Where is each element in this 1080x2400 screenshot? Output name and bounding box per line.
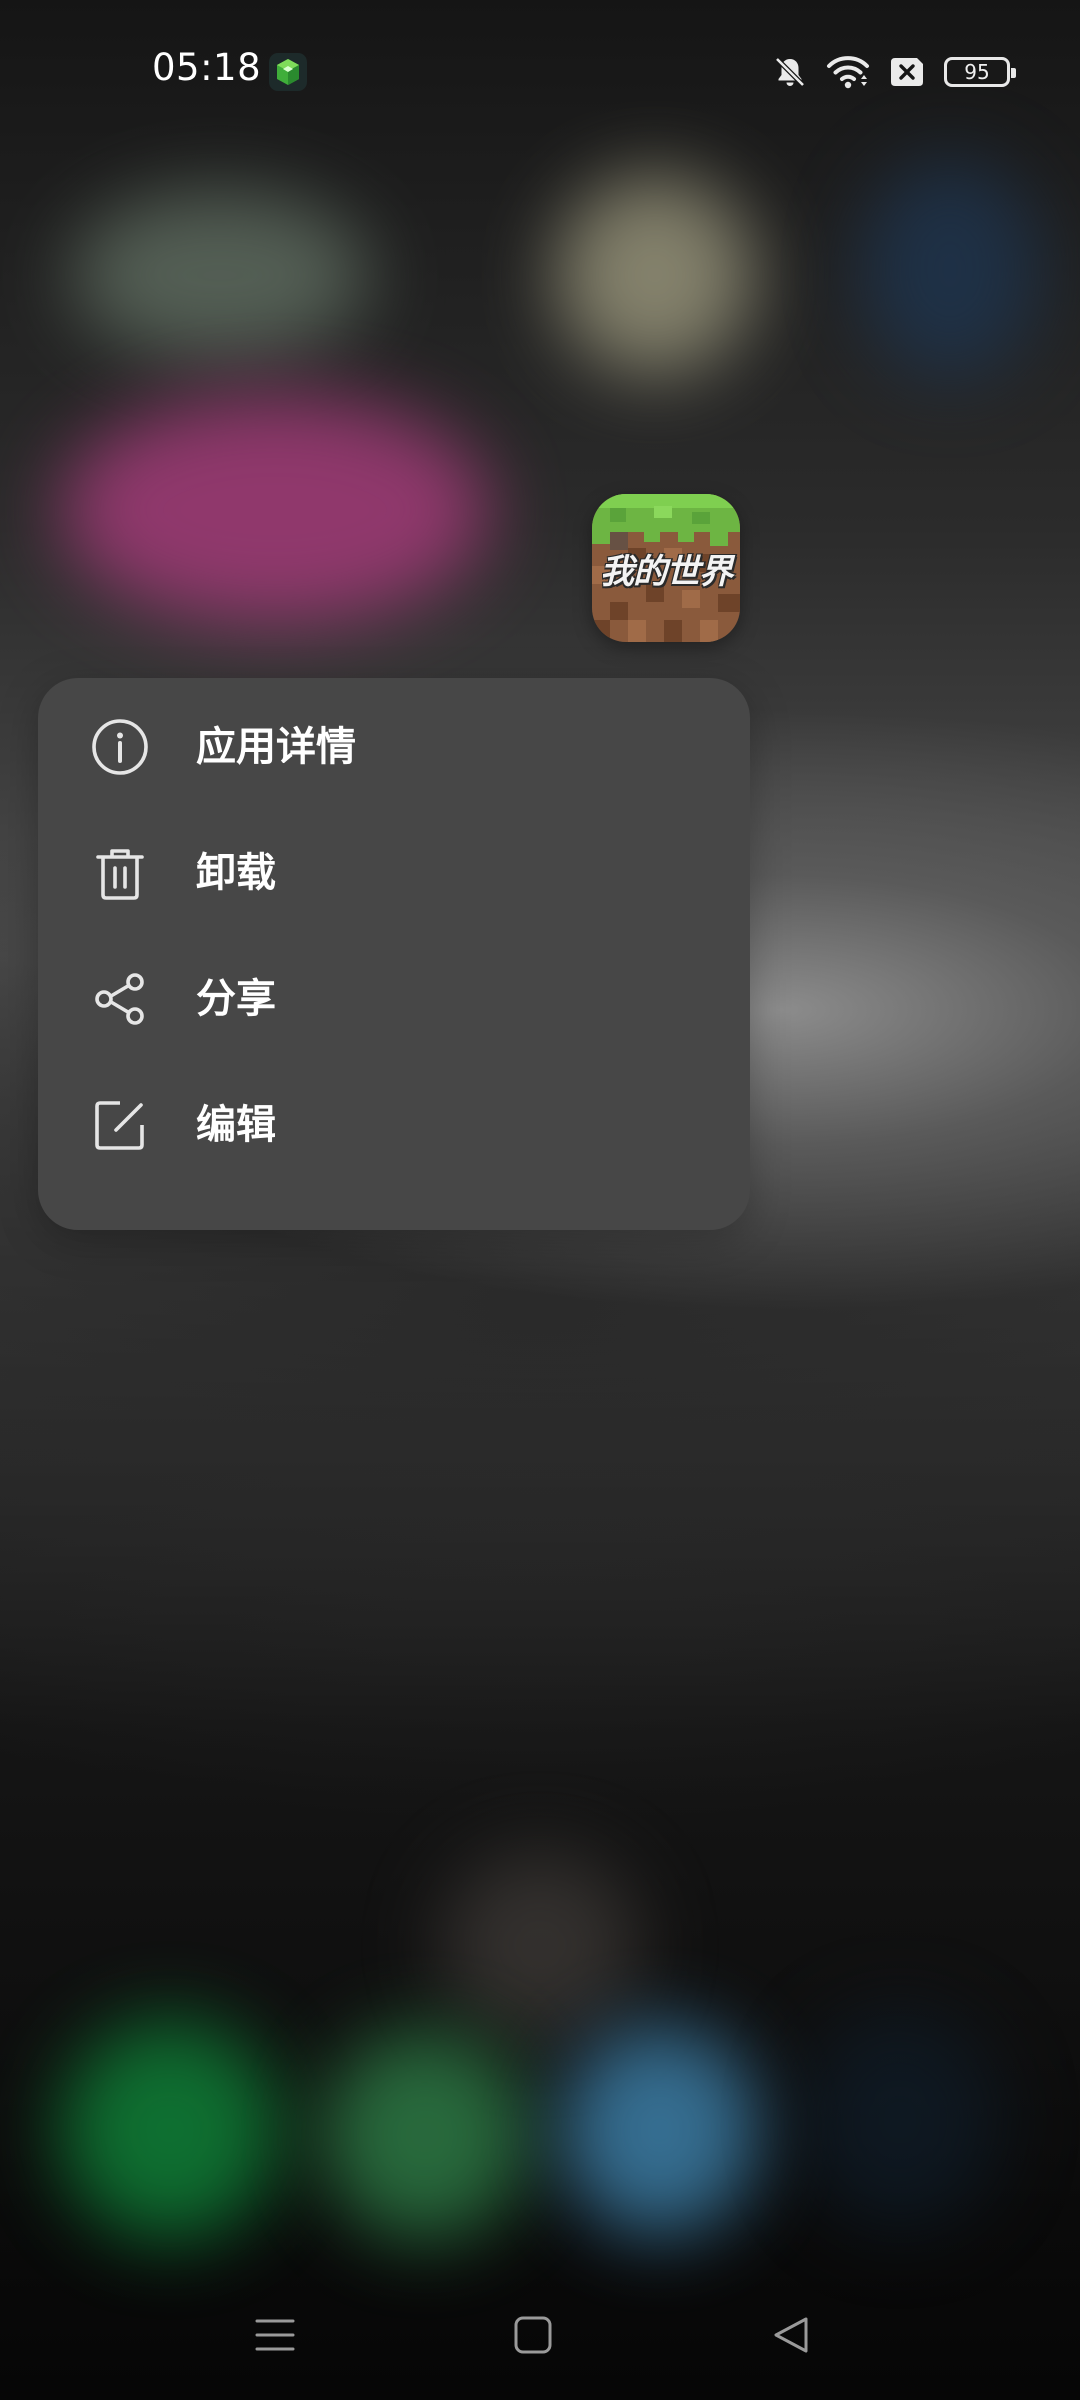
- green-cube-app-icon: [268, 52, 308, 92]
- mute-bell-icon: [772, 54, 808, 90]
- blurred-app-icon: [860, 160, 1040, 380]
- blurred-app-icon: [555, 175, 755, 375]
- app-context-menu: 应用详情 卸载 分享 编辑: [38, 678, 750, 1230]
- back-icon: [774, 2317, 808, 2353]
- back-button[interactable]: [741, 2270, 841, 2400]
- menu-item-label: 分享: [196, 976, 276, 1022]
- info-icon: [90, 717, 150, 777]
- app-icon-title: 我的世界: [600, 552, 733, 592]
- menu-item-app-info[interactable]: 应用详情: [38, 684, 750, 810]
- home-icon: [514, 2316, 552, 2354]
- blurred-app-icon: [70, 190, 370, 360]
- battery-icon: 95: [944, 57, 1016, 87]
- wifi-icon: [826, 54, 870, 90]
- minecraft-app-icon[interactable]: 我的世界: [592, 494, 740, 642]
- blurred-dock-icon: [560, 2025, 760, 2235]
- menu-item-uninstall[interactable]: 卸载: [38, 810, 750, 936]
- blurred-dock-icon: [800, 2010, 1000, 2230]
- home-screen: 05:18 95 我的世界 应用详情 卸载 分享 编辑: [0, 0, 1080, 2400]
- recent-apps-button[interactable]: [225, 2270, 325, 2400]
- status-bar: 05:18 95: [0, 0, 1080, 140]
- status-icons: 95: [772, 50, 1016, 94]
- battery-level: 95: [964, 60, 990, 84]
- menu-icon: [255, 2319, 295, 2351]
- blurred-dock-icon: [60, 2020, 280, 2240]
- navigation-bar: [0, 2270, 1080, 2400]
- menu-item-edit[interactable]: 编辑: [38, 1062, 750, 1188]
- edit-icon: [90, 1095, 150, 1155]
- home-button[interactable]: [483, 2270, 583, 2400]
- trash-icon: [90, 843, 150, 903]
- clock: 05:18: [152, 46, 262, 89]
- menu-item-label: 应用详情: [196, 724, 356, 770]
- blurred-dock-icon: [320, 2030, 530, 2240]
- blurred-app-icon: [60, 395, 490, 625]
- no-sim-icon: [888, 56, 926, 88]
- menu-item-label: 编辑: [196, 1102, 276, 1148]
- share-icon: [90, 969, 150, 1029]
- blurred-app-icon: [440, 1850, 640, 2040]
- menu-item-share[interactable]: 分享: [38, 936, 750, 1062]
- menu-item-label: 卸载: [196, 850, 276, 896]
